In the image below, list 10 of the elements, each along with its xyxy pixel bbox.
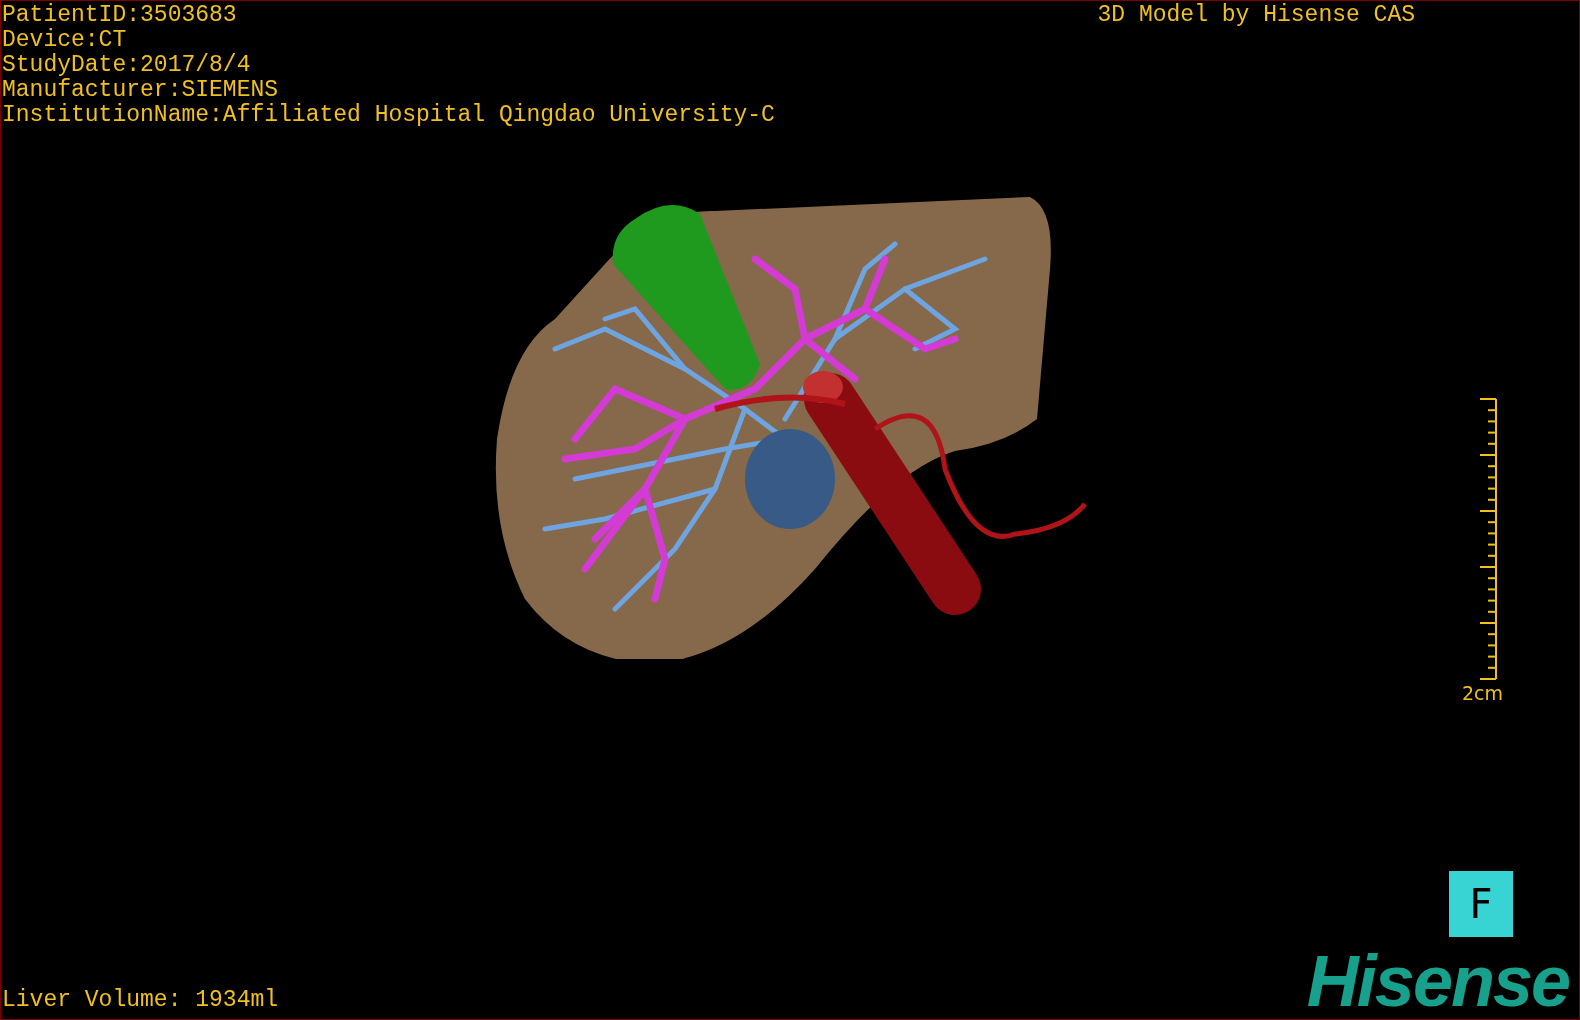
- brand-logo: Hisense: [1306, 943, 1570, 1019]
- model-title: 3D Model by Hisense CAS: [1097, 2, 1415, 28]
- patient-info-line: StudyDate:2017/8/4: [2, 53, 252, 78]
- orientation-cube[interactable]: F: [1449, 871, 1513, 937]
- patient-info-line: InstitutionName:Affiliated Hospital Qingdao University-C: [2, 103, 776, 128]
- patient-info-line: PatientID:3503683: [2, 3, 238, 28]
- patient-info-line: Manufacturer:SIEMENS: [2, 78, 280, 103]
- scale-label: 2cm: [1461, 682, 1503, 704]
- patient-info-line: Device:CT: [2, 28, 128, 53]
- liver-volume: Liver Volume: 1934ml: [2, 988, 279, 1013]
